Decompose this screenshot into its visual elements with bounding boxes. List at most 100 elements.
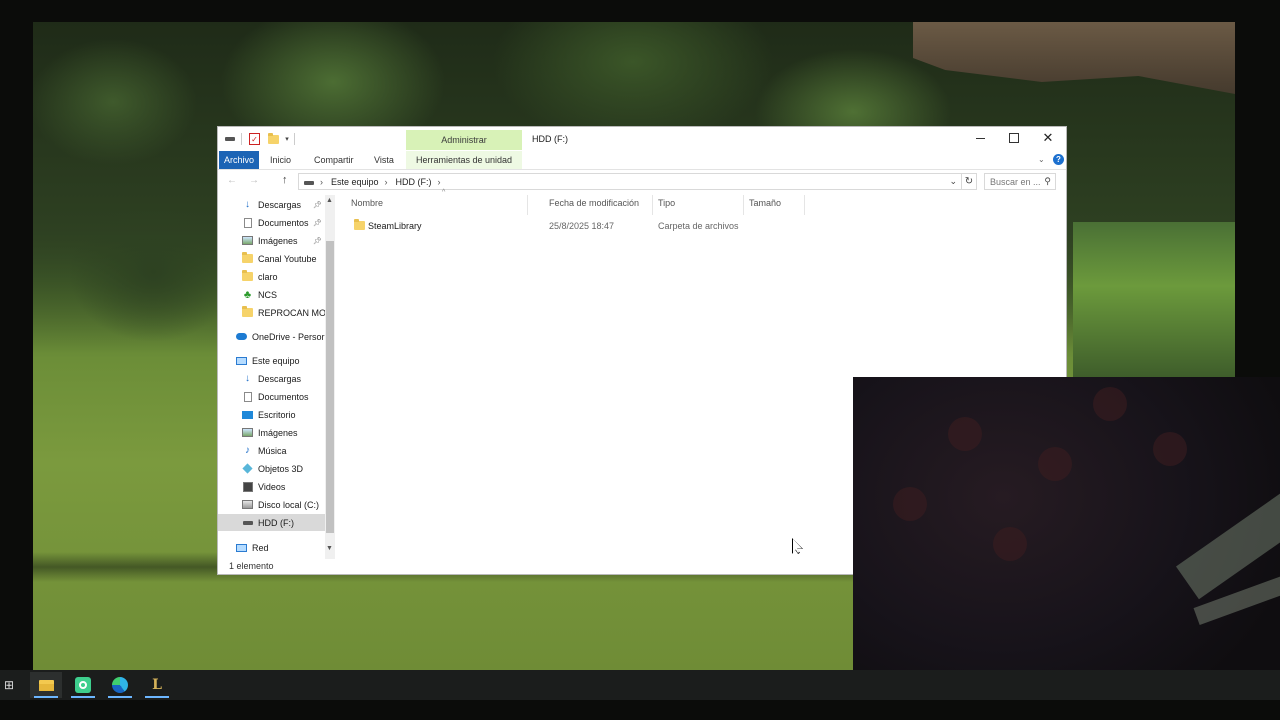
tab-compartir[interactable]: Compartir	[314, 151, 354, 169]
active-indicator	[34, 696, 58, 698]
nav-item-label: Escritorio	[258, 409, 296, 420]
nav-item-este-equipo[interactable]: Este equipo	[218, 352, 325, 369]
running-indicator	[145, 696, 169, 698]
cloud-icon	[236, 331, 247, 342]
nav-item-descargas[interactable]: ↓ Descargas 📌︎	[218, 196, 325, 213]
download-icon: ↓	[245, 373, 250, 384]
webcam-pattern-dot	[893, 487, 927, 521]
nav-item-label: Canal Youtube	[258, 253, 317, 264]
nav-item-pc-imagenes[interactable]: Imágenes	[218, 424, 325, 441]
webcam-pattern-dot	[1038, 447, 1072, 481]
nav-item-pc-objetos-3d[interactable]: Objetos 3D	[218, 460, 325, 477]
file-row[interactable]: SteamLibrary 25/8/2025 18:47 Carpeta de …	[351, 219, 1051, 235]
nav-item-canal-youtube[interactable]: Canal Youtube	[218, 250, 325, 267]
download-icon: ↓	[245, 199, 250, 210]
nav-item-reprocan[interactable]: REPROCAN MO	[218, 304, 325, 321]
new-folder-icon[interactable]	[267, 132, 279, 145]
breadcrumb-este-equipo[interactable]: Este equipo	[331, 177, 379, 187]
nav-item-label: NCS	[258, 289, 278, 300]
nav-item-label: Descargas	[258, 199, 302, 210]
edge-icon[interactable]	[104, 672, 136, 698]
nav-item-pc-descargas[interactable]: ↓ Descargas	[218, 370, 325, 387]
column-divider[interactable]	[527, 195, 528, 215]
league-of-legends-icon[interactable]: L	[141, 672, 173, 698]
nav-item-label: Este equipo	[252, 355, 300, 366]
chevron-up-icon[interactable]: ▲	[326, 197, 333, 204]
nav-item-label: claro	[258, 271, 278, 282]
image-icon	[242, 235, 253, 246]
column-header-tipo[interactable]: Tipo	[658, 198, 675, 212]
minimize-button[interactable]	[963, 127, 997, 149]
nav-item-label: Imágenes	[258, 235, 298, 246]
whatsapp-icon[interactable]	[67, 672, 99, 698]
nav-item-pc-hdd[interactable]: HDD (F:)	[218, 514, 325, 531]
image-icon	[242, 427, 253, 438]
chevron-right-icon[interactable]: ›	[385, 177, 388, 187]
customize-toolbar-icon[interactable]: ▾	[281, 133, 293, 145]
title-bar: ✓ ▾ Administrar HDD (F:) ✕	[218, 127, 1066, 151]
column-header-tamano[interactable]: Tamaño	[749, 198, 781, 212]
chevron-right-icon[interactable]: ›	[320, 177, 323, 187]
properties-icon[interactable]: ✓	[249, 133, 260, 145]
close-button[interactable]: ✕	[1031, 127, 1065, 149]
sort-up-icon: ^	[442, 189, 446, 196]
file-modified: 25/8/2025 18:47	[549, 221, 615, 231]
running-indicator	[71, 696, 95, 698]
webcam-pattern-dot	[1093, 387, 1127, 421]
context-tab-header: Administrar	[406, 130, 522, 150]
task-view-icon[interactable]: ⊞	[0, 672, 18, 698]
nav-item-pc-disco-local[interactable]: Disco local (C:)	[218, 496, 325, 513]
forward-arrow-icon[interactable]: →	[249, 175, 259, 186]
help-icon[interactable]: ?	[1053, 154, 1064, 165]
video-icon	[242, 481, 253, 492]
network-icon	[236, 542, 247, 553]
nav-item-onedrive[interactable]: OneDrive - Persor	[218, 328, 325, 345]
chevron-down-icon[interactable]: ⌄	[1038, 155, 1045, 164]
column-header-nombre[interactable]: Nombre	[351, 198, 383, 212]
file-explorer-icon[interactable]	[30, 672, 62, 698]
refresh-icon[interactable]: ↻	[962, 173, 977, 190]
nav-item-pc-musica[interactable]: ♪ Música	[218, 442, 325, 459]
pin-icon[interactable]: 📌︎	[313, 201, 322, 209]
tab-vista[interactable]: Vista	[374, 151, 394, 169]
computer-icon	[236, 355, 247, 366]
nav-item-label: Imágenes	[258, 427, 298, 438]
nav-item-pc-escritorio[interactable]: Escritorio	[218, 406, 325, 423]
nav-item-pc-documentos[interactable]: Documentos	[218, 388, 325, 405]
folder-icon	[354, 219, 365, 232]
address-bar[interactable]: › Este equipo › HDD (F:) › ⌄	[298, 173, 962, 190]
running-indicator	[108, 696, 132, 698]
search-input[interactable]: Buscar en ... ⚲	[984, 173, 1056, 190]
chevron-down-icon[interactable]: ⌄	[949, 176, 957, 187]
chevron-down-icon[interactable]: ▼	[326, 545, 333, 552]
pin-icon[interactable]: 📌︎	[313, 219, 322, 227]
column-divider[interactable]	[743, 195, 744, 215]
tab-inicio[interactable]: Inicio	[270, 151, 291, 169]
webcam-overlay	[853, 377, 1280, 697]
nav-scrollbar[interactable]: ▲ ▼	[325, 195, 335, 559]
drive-icon[interactable]	[224, 133, 236, 145]
maximize-button[interactable]	[997, 127, 1031, 149]
chevron-right-icon[interactable]: ›	[438, 177, 441, 187]
column-header-fecha[interactable]: Fecha de modificación	[549, 198, 639, 212]
breadcrumb-hdd[interactable]: HDD (F:)	[396, 177, 432, 187]
nav-item-pc-videos[interactable]: Videos	[218, 478, 325, 495]
scroll-thumb[interactable]	[326, 241, 334, 533]
back-arrow-icon[interactable]: ←	[227, 175, 237, 186]
column-divider[interactable]	[652, 195, 653, 215]
nav-item-claro[interactable]: claro	[218, 268, 325, 285]
nav-item-label: Objetos 3D	[258, 463, 304, 474]
nav-item-red[interactable]: Red	[218, 539, 325, 556]
objects-3d-icon	[242, 463, 253, 474]
nav-item-label: Descargas	[258, 373, 302, 384]
tab-herramientas-de-unidad[interactable]: Herramientas de unidad	[406, 151, 522, 169]
nav-item-imagenes[interactable]: Imágenes 📌︎	[218, 232, 325, 249]
file-name: SteamLibrary	[368, 221, 422, 231]
column-divider[interactable]	[804, 195, 805, 215]
tab-archivo[interactable]: Archivo	[219, 151, 259, 169]
pin-icon[interactable]: 📌︎	[313, 237, 322, 245]
search-placeholder: Buscar en ...	[990, 176, 1041, 187]
up-arrow-icon[interactable]: ↑	[282, 174, 288, 186]
nav-item-documentos[interactable]: Documentos 📌︎	[218, 214, 325, 231]
nav-item-ncs[interactable]: ♣ NCS	[218, 286, 325, 303]
